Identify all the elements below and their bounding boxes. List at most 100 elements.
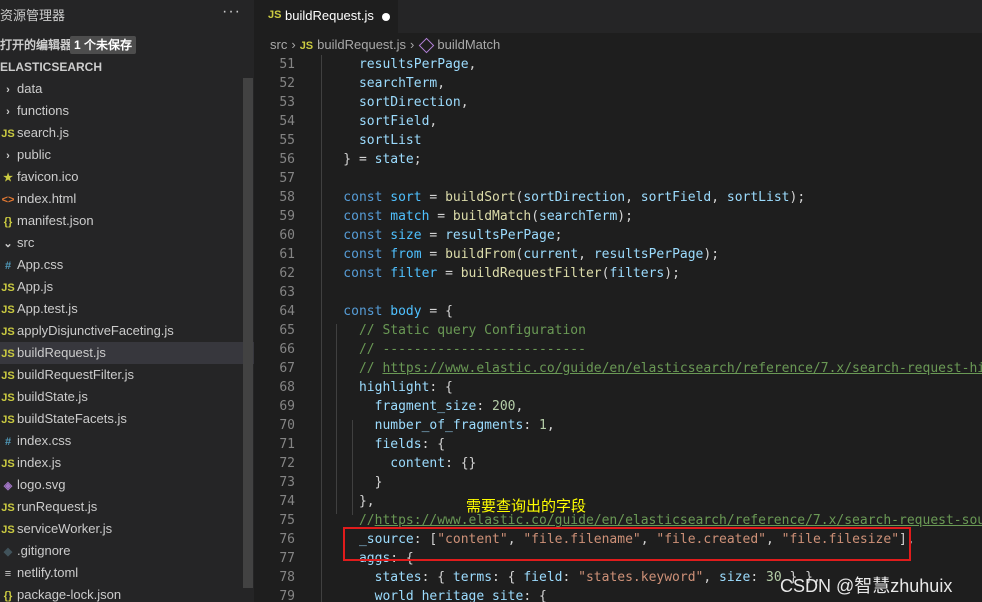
code-line[interactable]: 51 resultsPerPage, — [254, 55, 982, 74]
tree-item-logo-svg[interactable]: ◈ logo.svg — [0, 474, 254, 496]
breadcrumb-file[interactable]: buildRequest.js — [317, 37, 406, 52]
tree-item-data[interactable]: › data — [0, 78, 254, 100]
tree-item-netlify-toml[interactable]: ≡ netlify.toml — [0, 562, 254, 584]
code-line[interactable]: 68 highlight: { — [254, 378, 982, 397]
code-line[interactable]: 59 const match = buildMatch(searchTerm); — [254, 207, 982, 226]
code-line[interactable]: 71 fields: { — [254, 435, 982, 454]
code-token: 200 — [492, 399, 516, 414]
code-line[interactable]: 56 } = state; — [254, 150, 982, 169]
annotation-note: 需要查询出的字段 — [466, 498, 587, 515]
unsaved-count-badge: 1 个未保存 — [70, 36, 137, 54]
line-number: 53 — [279, 95, 295, 110]
tree-item-label: serviceWorker.js — [17, 521, 113, 536]
code-line[interactable]: 63 — [254, 283, 982, 302]
tree-item-gitignore[interactable]: ◆ .gitignore — [0, 540, 254, 562]
code-line[interactable]: 57 — [254, 169, 982, 188]
code-token: ; — [554, 228, 563, 243]
js-file-icon: JS — [299, 40, 314, 52]
line-number: 57 — [279, 171, 295, 186]
tree-item-index-css[interactable]: # index.css — [0, 430, 254, 452]
tree-item-buildstate-js[interactable]: JS buildState.js — [0, 386, 254, 408]
sidebar-scrollbar[interactable] — [243, 78, 253, 588]
line-number: 65 — [279, 323, 295, 338]
code-token: body — [390, 304, 422, 319]
js-file-icon: JS — [1, 524, 15, 536]
tree-item-search-js[interactable]: JS search.js — [0, 122, 254, 144]
code-token: : { — [429, 380, 453, 395]
tree-item-label: buildStateFacets.js — [17, 411, 127, 426]
code-line[interactable]: 55 sortList — [254, 131, 982, 150]
code-token: current — [523, 247, 579, 262]
code-line[interactable]: 69 fragment_size: 200, — [254, 397, 982, 416]
code-line[interactable]: 70 number_of_fragments: 1, — [254, 416, 982, 435]
line-number: 67 — [279, 361, 295, 376]
tree-item-index-js[interactable]: JS index.js — [0, 452, 254, 474]
tree-item-label: index.html — [17, 191, 77, 206]
tree-item-label: index.css — [17, 433, 72, 448]
unsaved-dot-icon[interactable] — [382, 13, 390, 21]
code-text: const match = buildMatch(searchTerm); — [312, 207, 633, 226]
line-number: 59 — [279, 209, 295, 224]
tree-item-buildrequest-js[interactable]: JS buildRequest.js — [0, 342, 254, 364]
chevron-right-icon: › — [6, 150, 10, 162]
line-number: 72 — [279, 456, 295, 471]
chevron-right-icon: › — [6, 84, 10, 96]
code-token: const — [312, 228, 391, 243]
tree-item-favicon-ico[interactable]: ★ favicon.ico — [0, 166, 254, 188]
tree-item-src[interactable]: ⌄ src — [0, 232, 254, 254]
tree-item-index-html[interactable]: <> index.html — [0, 188, 254, 210]
breadcrumb-folder[interactable]: src — [270, 37, 287, 52]
star-icon: ★ — [3, 172, 13, 184]
code-token: sortField — [640, 190, 712, 205]
project-folder-header[interactable]: ELASTICSEARCH — [0, 56, 102, 78]
tree-item-manifest-json[interactable]: {} manifest.json — [0, 210, 254, 232]
code-line[interactable]: 65 // Static query Configuration — [254, 321, 982, 340]
tree-item-applydisjunctivefaceting-js[interactable]: JS applyDisjunctiveFaceting.js — [0, 320, 254, 342]
code-line[interactable]: 54 sortField, — [254, 112, 982, 131]
code-token: searchTerm — [539, 209, 618, 224]
tree-item-serviceworker-js[interactable]: JS serviceWorker.js — [0, 518, 254, 540]
code-text: } = state; — [312, 150, 421, 169]
tree-item-runrequest-js[interactable]: JS runRequest.js — [0, 496, 254, 518]
tree-item-buildrequestfilter-js[interactable]: JS buildRequestFilter.js — [0, 364, 254, 386]
code-token: buildFrom — [445, 247, 516, 262]
tree-item-app-test-js[interactable]: JS App.test.js — [0, 298, 254, 320]
code-line[interactable]: 66 // -------------------------- — [254, 340, 982, 359]
code-token: // — [312, 361, 383, 376]
code-text: number_of_fragments: 1, — [312, 416, 555, 435]
tree-item-app-css[interactable]: # App.css — [0, 254, 254, 276]
tree-item-functions[interactable]: › functions — [0, 100, 254, 122]
code-token: buildSort — [445, 190, 516, 205]
code-token: buildRequestFilter — [460, 266, 602, 281]
code-text: // Static query Configuration — [312, 321, 586, 340]
code-line[interactable]: 73 } — [254, 473, 982, 492]
code-token: // -------------------------- — [312, 342, 586, 357]
tree-item-label: App.js — [17, 279, 54, 294]
code-line[interactable]: 62 const filter = buildRequestFilter(fil… — [254, 264, 982, 283]
code-token: : { — [523, 589, 547, 602]
tree-item-public[interactable]: › public — [0, 144, 254, 166]
code-token: const — [312, 266, 391, 281]
code-line[interactable]: 67 // https://www.elastic.co/guide/en/el… — [254, 359, 982, 378]
more-icon[interactable]: ··· — [222, 3, 241, 21]
tab-buildrequest[interactable]: JS buildRequest.js — [254, 0, 398, 33]
code-line[interactable]: 52 searchTerm, — [254, 74, 982, 93]
code-line[interactable]: 72 content: {} — [254, 454, 982, 473]
code-line[interactable]: 74 }, — [254, 492, 982, 511]
code-line[interactable]: 61 const from = buildFrom(current, resul… — [254, 245, 982, 264]
tree-item-package-lock-json[interactable]: {} package-lock.json — [0, 584, 254, 602]
code-token: , — [546, 418, 555, 433]
breadcrumb-symbol[interactable]: buildMatch — [437, 37, 500, 52]
code-token: , — [437, 76, 446, 91]
code-line[interactable]: 58 const sort = buildSort(sortDirection,… — [254, 188, 982, 207]
code-token: , — [711, 190, 727, 205]
open-editors-header[interactable]: 打开的编辑器 — [0, 34, 72, 56]
tree-item-buildstatefacets-js[interactable]: JS buildStateFacets.js — [0, 408, 254, 430]
code-line[interactable]: 60 const size = resultsPerPage; — [254, 226, 982, 245]
tree-item-app-js[interactable]: JS App.js — [0, 276, 254, 298]
code-token: = — [421, 190, 446, 205]
js-file-icon: JS — [1, 414, 15, 426]
code-line[interactable]: 53 sortDirection, — [254, 93, 982, 112]
code-token: , — [429, 114, 438, 129]
code-line[interactable]: 64 const body = { — [254, 302, 982, 321]
